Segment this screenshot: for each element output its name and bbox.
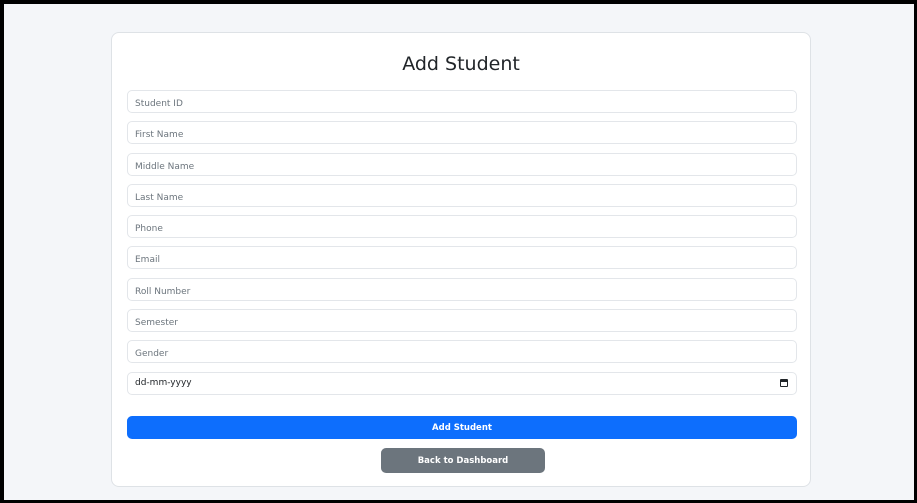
last-name-field-wrapper	[127, 183, 797, 209]
student-form: dd-mm-yyyy	[127, 90, 797, 403]
student-id-input[interactable]	[128, 93, 796, 115]
roll-number-field-wrapper	[127, 277, 797, 303]
student-id-field-wrapper	[127, 90, 797, 115]
middle-name-field-wrapper	[127, 152, 797, 178]
gender-field-wrapper	[127, 340, 797, 365]
first-name-field-wrapper	[127, 121, 797, 146]
add-student-card: Add Student Student ID First Name Middle…	[111, 32, 811, 487]
back-to-dashboard-button[interactable]: Back to Dashboard	[381, 448, 545, 473]
date-placeholder: dd-mm-yyyy	[135, 377, 192, 388]
phone-input[interactable]	[128, 218, 796, 240]
last-name-input[interactable]	[128, 187, 796, 209]
calendar-icon[interactable]	[780, 378, 788, 387]
gender-input[interactable]	[128, 343, 796, 365]
semester-field-wrapper	[127, 309, 797, 334]
phone-field-wrapper	[127, 215, 797, 240]
page-title: Add Student	[402, 53, 520, 75]
add-student-button[interactable]: Add Student	[127, 416, 797, 439]
first-name-input[interactable]	[128, 124, 796, 146]
date-of-birth-field[interactable]: dd-mm-yyyy	[127, 371, 797, 395]
email-field-wrapper	[127, 246, 797, 271]
page-viewport: Add Student Student ID First Name Middle…	[4, 4, 914, 500]
email-input[interactable]	[128, 249, 796, 271]
roll-number-input[interactable]	[128, 281, 796, 303]
semester-input[interactable]	[128, 312, 796, 334]
middle-name-input[interactable]	[128, 156, 796, 178]
